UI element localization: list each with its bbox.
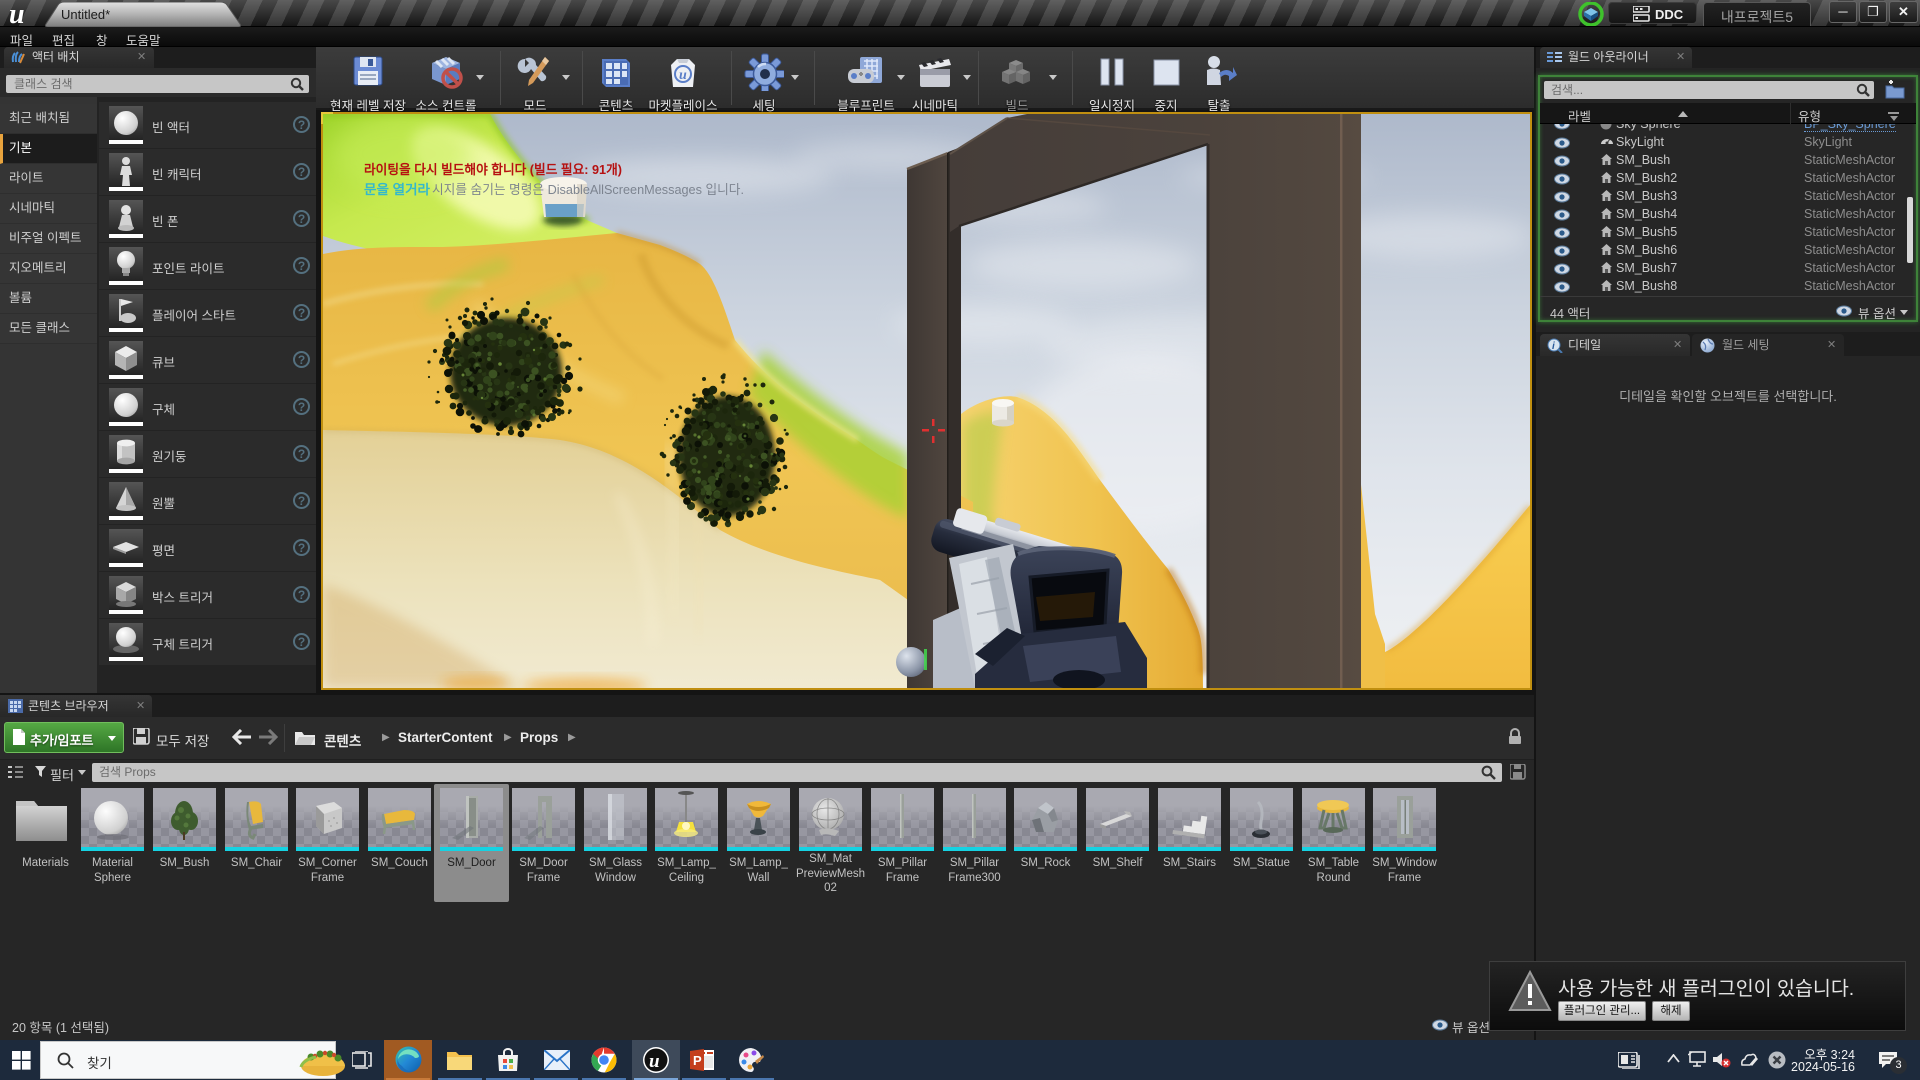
svg-text:P: P (693, 1053, 702, 1068)
svg-text:시지를 숨기는 명령은 DisableAllScreenMe: 시지를 숨기는 명령은 DisableAllScreenMessages 입니다… (432, 182, 744, 197)
svg-text:u: u (649, 1051, 660, 1072)
svg-text:i: i (1552, 341, 1555, 352)
svg-text:u: u (9, 1, 25, 27)
svg-text:Untitled*: Untitled* (61, 7, 110, 22)
svg-text:문을 열거라: 문을 열거라 (364, 182, 430, 197)
svg-text:u: u (679, 68, 687, 83)
svg-text:라이팅을 다시 빌드해야 합니다 (빌드 필요: 91개): 라이팅을 다시 빌드해야 합니다 (빌드 필요: 91개) (364, 162, 622, 177)
